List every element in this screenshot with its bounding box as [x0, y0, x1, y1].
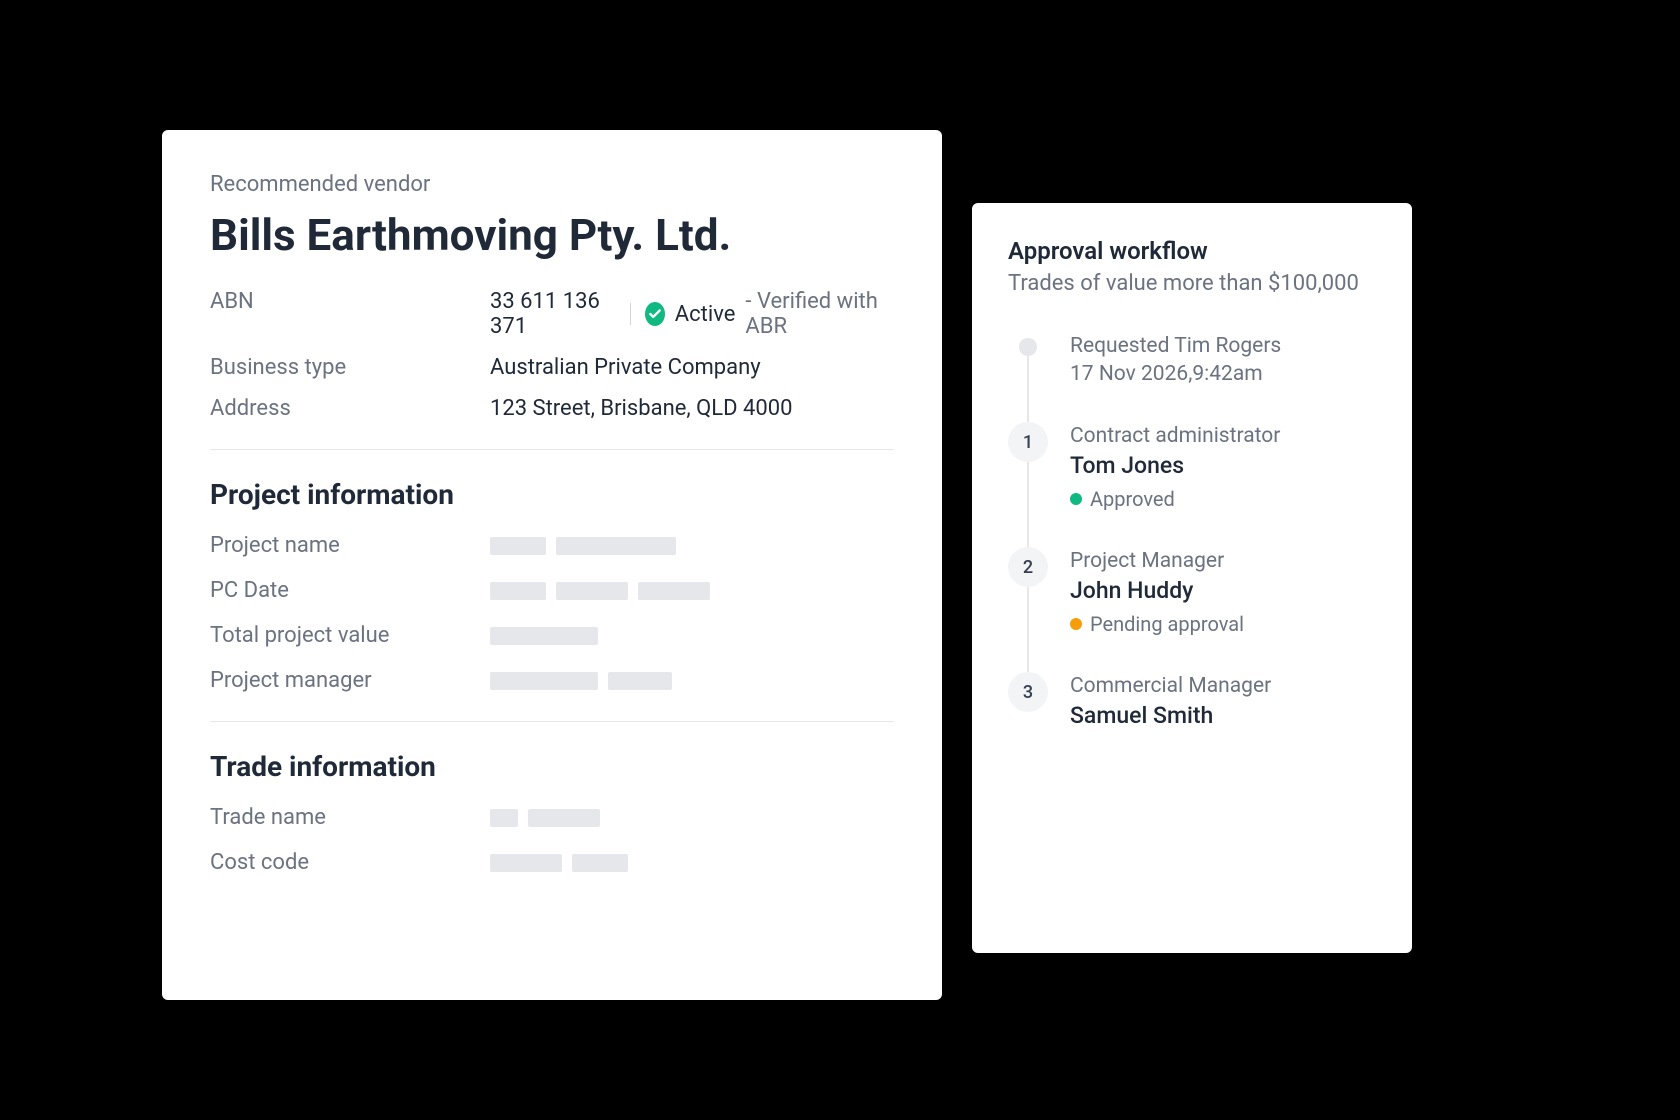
status-dot-icon [1070, 493, 1082, 505]
trade-name-label: Trade name [210, 805, 490, 830]
skeleton-placeholder [490, 672, 672, 690]
step-number: 1 [1008, 422, 1048, 462]
project-name-row: Project name [210, 533, 894, 558]
workflow-step-3: 3 Commercial Manager Samuel Smith [1008, 672, 1376, 737]
divider [630, 303, 631, 325]
check-circle-icon [645, 302, 665, 326]
business-type-label: Business type [210, 355, 490, 380]
status-dot-icon [1070, 618, 1082, 630]
skeleton-placeholder [490, 854, 628, 872]
total-value-label: Total project value [210, 623, 490, 648]
address-value: 123 Street, Brisbane, QLD 4000 [490, 396, 793, 421]
cost-code-label: Cost code [210, 850, 490, 875]
skeleton-placeholder [490, 537, 676, 555]
timeline-start-marker [1019, 338, 1037, 356]
project-manager-row: Project manager [210, 668, 894, 693]
skeleton-placeholder [490, 627, 598, 645]
abn-status: Active [675, 302, 736, 327]
project-section-title: Project information [210, 478, 894, 511]
step-person: Tom Jones [1070, 452, 1280, 479]
address-row: Address 123 Street, Brisbane, QLD 4000 [210, 396, 894, 421]
skeleton-placeholder [490, 809, 600, 827]
step-role: Commercial Manager [1070, 674, 1271, 698]
abn-label: ABN [210, 289, 490, 339]
vendor-name: Bills Earthmoving Pty. Ltd. [210, 209, 894, 261]
step-role: Contract administrator [1070, 424, 1280, 448]
vendor-subtitle: Recommended vendor [210, 172, 894, 197]
step-person: Samuel Smith [1070, 702, 1271, 729]
abn-row: ABN 33 611 136 371 Active - Verified wit… [210, 289, 894, 339]
divider-line [210, 721, 894, 722]
vendor-card: Recommended vendor Bills Earthmoving Pty… [162, 130, 942, 1000]
workflow-step-requested: Requested Tim Rogers 17 Nov 2026,9:42am [1008, 332, 1376, 386]
step-role: Project Manager [1070, 549, 1244, 573]
requested-timestamp: 17 Nov 2026,9:42am [1070, 362, 1281, 386]
total-value-row: Total project value [210, 623, 894, 648]
project-manager-label: Project manager [210, 668, 490, 693]
workflow-step-2: 2 Project Manager John Huddy Pending app… [1008, 547, 1376, 636]
business-type-row: Business type Australian Private Company [210, 355, 894, 380]
skeleton-placeholder [490, 582, 710, 600]
pc-date-row: PC Date [210, 578, 894, 603]
pc-date-label: PC Date [210, 578, 490, 603]
project-name-label: Project name [210, 533, 490, 558]
step-number: 2 [1008, 547, 1048, 587]
timeline-line [1027, 344, 1029, 697]
abn-value-group: 33 611 136 371 Active - Verified with AB… [490, 289, 894, 339]
status-text: Approved [1090, 487, 1175, 511]
business-type-value: Australian Private Company [490, 355, 761, 380]
workflow-timeline: Requested Tim Rogers 17 Nov 2026,9:42am … [1008, 332, 1376, 737]
trade-section-title: Trade information [210, 750, 894, 783]
cost-code-row: Cost code [210, 850, 894, 875]
divider-line [210, 449, 894, 450]
status-text: Pending approval [1090, 612, 1244, 636]
abn-verified: - Verified with ABR [745, 289, 894, 339]
step-status: Pending approval [1070, 612, 1244, 636]
trade-name-row: Trade name [210, 805, 894, 830]
workflow-step-1: 1 Contract administrator Tom Jones Appro… [1008, 422, 1376, 511]
requested-label: Requested Tim Rogers [1070, 334, 1281, 358]
step-status: Approved [1070, 487, 1280, 511]
abn-value: 33 611 136 371 [490, 289, 616, 339]
workflow-card: Approval workflow Trades of value more t… [972, 203, 1412, 953]
address-label: Address [210, 396, 490, 421]
step-person: John Huddy [1070, 577, 1244, 604]
workflow-subtitle: Trades of value more than $100,000 [1008, 271, 1376, 296]
workflow-title: Approval workflow [1008, 237, 1376, 265]
step-number: 3 [1008, 672, 1048, 712]
